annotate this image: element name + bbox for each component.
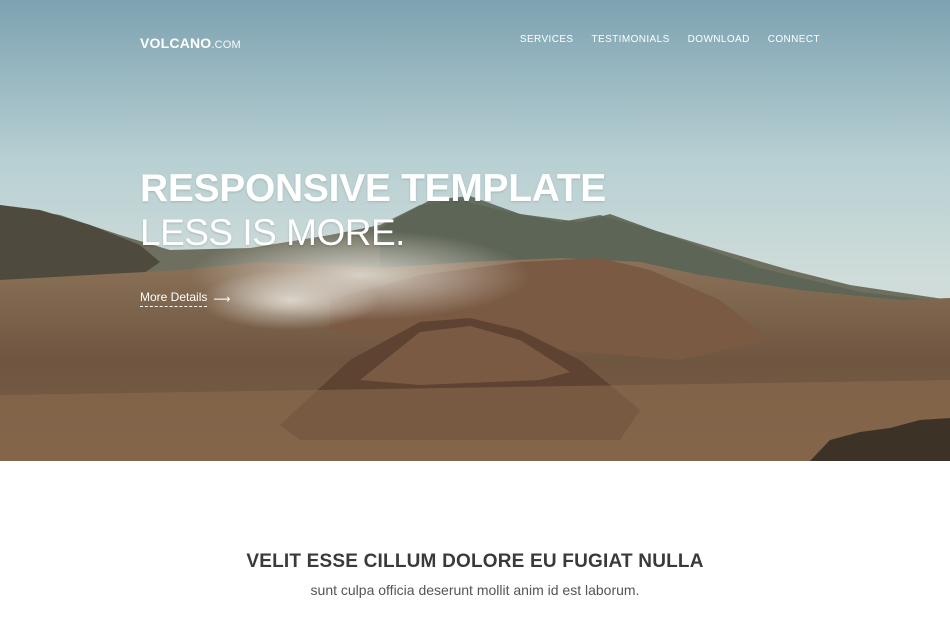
brand-logo[interactable]: VOLCANO.COM — [140, 35, 241, 51]
brand-name: VOLCANO — [140, 35, 212, 51]
section-title: VELIT ESSE CILLUM DOLORE EU FUGIAT NULLA — [246, 551, 704, 572]
top-navigation: VOLCANO.COM SERVICES TESTIMONIALS DOWNLO… — [0, 0, 950, 80]
brand-suffix: .COM — [211, 39, 241, 51]
nav-item-testimonials[interactable]: TESTIMONIALS — [592, 34, 670, 45]
hero-headline: RESPONSIVE TEMPLATE LESS IS MORE. — [140, 168, 606, 256]
nav-item-connect[interactable]: CONNECT — [768, 34, 820, 45]
more-details-link[interactable]: More Details ⟶ — [140, 290, 231, 307]
hero-subtitle: LESS IS MORE. — [140, 212, 405, 253]
hero-banner: VOLCANO.COM SERVICES TESTIMONIALS DOWNLO… — [0, 0, 950, 461]
nav-menu: SERVICES TESTIMONIALS DOWNLOAD CONNECT — [520, 34, 820, 45]
arrow-right-icon: ⟶ — [213, 291, 231, 306]
nav-item-services[interactable]: SERVICES — [520, 34, 574, 45]
hero-title: RESPONSIVE TEMPLATE — [140, 167, 606, 210]
more-details-label: More Details — [140, 290, 208, 307]
nav-item-download[interactable]: DOWNLOAD — [688, 34, 750, 45]
section-subtitle: sunt culpa officia deserunt mollit anim … — [310, 582, 640, 598]
intro-section: VELIT ESSE CILLUM DOLORE EU FUGIAT NULLA… — [0, 461, 950, 620]
